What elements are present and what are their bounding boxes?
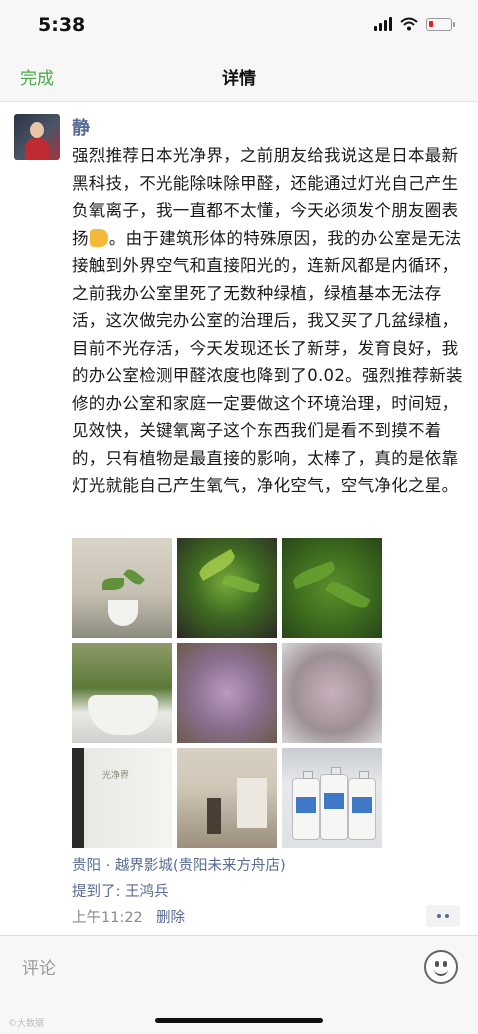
status-icons xyxy=(374,16,455,32)
wifi-icon xyxy=(400,17,418,31)
office-plants-photo[interactable] xyxy=(72,538,172,638)
plant-leaves-photo[interactable] xyxy=(282,538,382,638)
office-room-photo[interactable] xyxy=(177,748,277,848)
bottom-area xyxy=(0,997,478,1034)
post-text-part-2: 。由于建筑形体的特殊原因，我的办公室是无法接触到外界空气和直接阳光的，连新风都是… xyxy=(72,228,463,496)
comment-bar: 评论 xyxy=(0,935,478,997)
watermark: ©大数据 xyxy=(8,1019,45,1029)
photo-grid: 光净界 xyxy=(72,538,384,848)
avatar[interactable] xyxy=(14,114,60,160)
battery-icon xyxy=(426,17,455,31)
bottles-photo[interactable] xyxy=(282,748,382,848)
post-text: 强烈推荐日本光净界，之前朋友给我说这是日本最新黑科技，不光能除味除甲醛，还能通过… xyxy=(72,142,470,500)
home-indicator[interactable] xyxy=(155,1018,323,1023)
dot-icon xyxy=(437,914,441,918)
mentions-text[interactable]: 提到了: 王鸿兵 xyxy=(72,880,169,901)
status-bar: 5:38 xyxy=(0,0,478,50)
thumbs-up-icon xyxy=(89,228,108,247)
author-name[interactable]: 静 xyxy=(72,114,90,140)
potted-plant-photo[interactable] xyxy=(72,643,172,743)
dot-icon xyxy=(445,914,449,918)
signal-icon xyxy=(374,17,392,31)
purple-plant-photo[interactable] xyxy=(177,643,277,743)
sprouting-plant-photo[interactable] xyxy=(177,538,277,638)
emoji-icon[interactable] xyxy=(424,950,458,984)
nav-bar: 完成 详情 xyxy=(0,50,478,102)
page-title: 详情 xyxy=(222,69,256,89)
product-box-photo[interactable]: 光净界 xyxy=(72,748,172,848)
status-time: 5:38 xyxy=(38,14,86,36)
post-time: 上午11:22 xyxy=(72,910,143,926)
product-box-label: 光净界 xyxy=(102,771,130,781)
comment-input[interactable]: 评论 xyxy=(22,954,56,979)
location-link[interactable]: 贵阳 · 越界影城(贵阳未来方舟店) xyxy=(72,854,286,875)
delete-button[interactable]: 删除 xyxy=(156,906,185,927)
battery-level xyxy=(429,20,433,27)
pink-plant-photo[interactable] xyxy=(282,643,382,743)
more-options-button[interactable] xyxy=(426,905,460,927)
